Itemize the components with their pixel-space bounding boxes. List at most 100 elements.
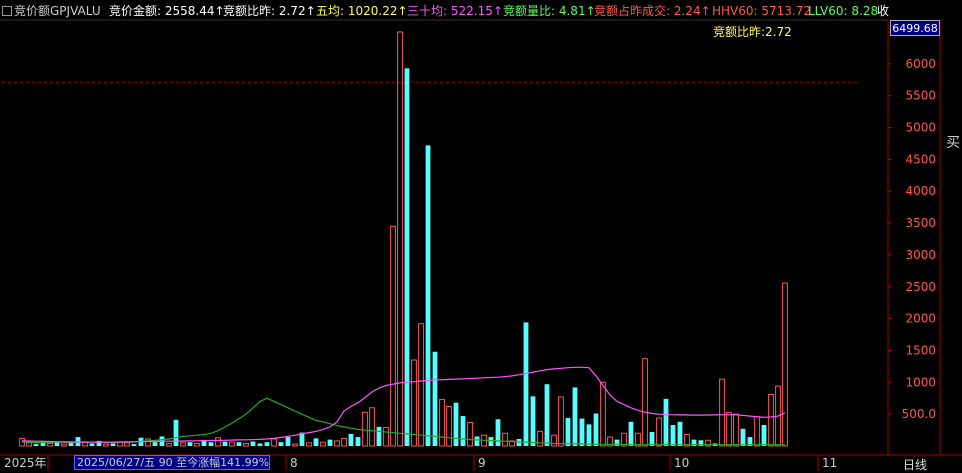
volume-bar <box>152 442 158 446</box>
axis-tick-label: 5500 <box>905 89 936 103</box>
volume-bar <box>719 378 725 447</box>
axis-tick-label: 1500 <box>905 343 936 357</box>
volume-bar <box>271 438 277 447</box>
volume-bar <box>369 407 375 447</box>
volume-bar <box>740 428 746 446</box>
volume-bar <box>187 442 193 446</box>
volume-bar <box>33 444 39 446</box>
axis-tick-label: 2500 <box>905 280 936 294</box>
volume-bar <box>124 442 130 447</box>
volume-bar <box>418 323 424 447</box>
volume-bar <box>292 443 298 447</box>
volume-bar <box>642 358 648 447</box>
volume-bar <box>460 416 466 446</box>
ma5-line <box>21 397 785 446</box>
volume-bar <box>446 406 452 447</box>
volume-bar <box>180 442 186 447</box>
volume-bar <box>131 444 137 446</box>
volume-bar <box>593 413 599 446</box>
volume-bar <box>558 396 564 447</box>
volume-bar <box>383 427 389 447</box>
volume-bar <box>404 68 410 446</box>
volume-bar <box>222 441 228 446</box>
volume-bar <box>656 417 662 447</box>
axis-tick-label: 4000 <box>905 184 936 198</box>
volume-bar <box>243 442 249 447</box>
volume-bar <box>341 437 347 447</box>
volume-bar <box>327 439 333 446</box>
period-label[interactable]: 日线 <box>903 456 927 473</box>
axis-tick-label: 5000 <box>905 121 936 135</box>
volume-bar <box>586 424 592 446</box>
volume-bar <box>502 432 508 447</box>
volume-bar <box>530 396 536 446</box>
month-label: 10 <box>674 456 689 470</box>
volume-bar <box>306 442 312 447</box>
month-label: 11 <box>822 456 837 470</box>
volume-bar <box>362 411 368 447</box>
volume-bar <box>565 417 571 446</box>
volume-bar <box>432 351 438 446</box>
volume-bar <box>334 440 340 447</box>
volume-bar <box>474 436 480 446</box>
axis-tick-label: 2000 <box>905 312 936 326</box>
volume-bar <box>579 418 585 446</box>
volume-bar <box>425 145 431 446</box>
volume-bar <box>103 443 109 447</box>
axis-tick-label: 4500 <box>905 152 936 166</box>
volume-bar <box>208 442 214 446</box>
volume-bar <box>537 430 543 447</box>
range-info-box[interactable]: 2025/06/27/五 90 至今涨幅141.99% <box>74 455 270 470</box>
volume-bar <box>313 438 319 446</box>
axis-tick-label: 3000 <box>905 248 936 262</box>
month-label: 8 <box>290 456 298 470</box>
volume-bar <box>467 421 473 447</box>
volume-bar <box>215 437 221 447</box>
volume-bar <box>68 442 74 446</box>
volume-bar <box>572 387 578 446</box>
volume-bar <box>761 424 767 446</box>
volume-bar <box>411 359 417 447</box>
volume-bar <box>726 411 732 447</box>
volume-bar <box>194 442 200 447</box>
volume-bar <box>278 442 284 446</box>
volume-bar <box>257 443 263 446</box>
volume-bar <box>348 433 354 446</box>
volume-bar <box>628 421 634 446</box>
volume-bar <box>390 225 396 447</box>
volume-bar <box>229 441 235 447</box>
volume-bar <box>166 442 172 447</box>
ma30-line <box>21 366 786 443</box>
axis-tick-label: 1000 <box>905 375 936 389</box>
volume-bar <box>488 437 494 446</box>
volume-bar <box>285 437 291 446</box>
volume-bar <box>453 402 459 446</box>
volume-bar <box>89 443 95 446</box>
axis-tick-label: 500.0 <box>902 407 936 421</box>
volume-bar <box>320 441 326 447</box>
current-value-box: 6499.68 <box>890 20 940 36</box>
volume-bar <box>600 381 606 447</box>
axis-tick-label: 3500 <box>905 216 936 230</box>
month-label: 9 <box>478 456 486 470</box>
volume-bar <box>26 442 32 447</box>
volume-bar <box>544 384 550 446</box>
volume-bar <box>145 438 151 447</box>
volume-bar <box>733 413 739 447</box>
volume-bar <box>663 398 669 446</box>
volume-chart[interactable]: 6500600055005000450040003500300025002000… <box>0 0 962 471</box>
volume-bar <box>250 441 256 446</box>
year-label: 2025年 <box>4 456 47 470</box>
volume-bar <box>768 393 774 447</box>
volume-bar <box>397 31 403 447</box>
buy-side-button[interactable]: 买 <box>944 132 962 156</box>
volume-bar <box>551 434 557 447</box>
volume-bar <box>782 282 788 447</box>
volume-bar <box>110 443 116 446</box>
volume-bar <box>670 424 676 446</box>
volume-bar <box>264 442 270 446</box>
volume-bar <box>47 442 53 447</box>
volume-bar <box>439 399 445 447</box>
volume-bar <box>649 431 655 446</box>
volume-bar <box>82 441 88 447</box>
